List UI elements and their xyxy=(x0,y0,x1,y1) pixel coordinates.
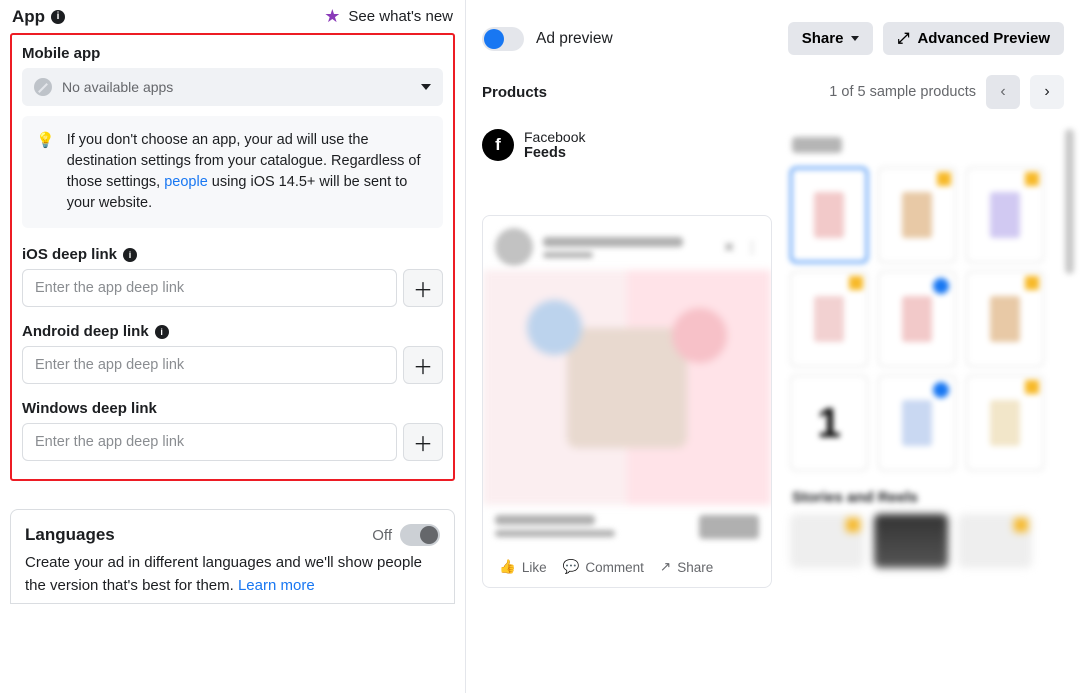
languages-state: Off xyxy=(372,527,392,544)
advanced-preview-button[interactable]: ⤢ Advanced Preview xyxy=(883,22,1064,55)
chevron-down-icon xyxy=(851,36,859,41)
avatar xyxy=(495,228,533,266)
status-dot-icon xyxy=(933,278,949,294)
info-icon[interactable]: i xyxy=(51,10,65,24)
placement-thumb[interactable] xyxy=(878,375,956,471)
expand-icon: ⤢ xyxy=(897,30,909,47)
share-button[interactable]: Share xyxy=(788,22,874,55)
info-icon[interactable]: i xyxy=(123,248,137,262)
android-deeplink-input[interactable] xyxy=(22,346,397,384)
info-icon[interactable]: i xyxy=(155,325,169,339)
post-image xyxy=(483,270,771,505)
like-button[interactable]: 👍Like xyxy=(499,559,547,575)
placement-thumb[interactable] xyxy=(878,167,956,263)
menu-icon: ⋮ xyxy=(745,239,759,256)
placement-name: Feeds xyxy=(524,145,585,161)
placement-thumb[interactable] xyxy=(878,271,956,367)
story-thumb[interactable] xyxy=(874,514,948,568)
learn-more-link[interactable]: Learn more xyxy=(238,577,315,594)
section-title: App xyxy=(12,7,45,27)
feed-post-preview: ✕ ⋮ 👍Like 💬Comment ↗Share xyxy=(482,215,772,588)
warning-icon xyxy=(937,172,951,186)
warning-icon xyxy=(1014,518,1028,532)
windows-deeplink-label: Windows deep link xyxy=(22,400,157,417)
whats-new-label: See what's new xyxy=(348,8,453,25)
warning-icon xyxy=(1025,380,1039,394)
tip-people-link[interactable]: people xyxy=(164,174,208,190)
share-icon: ↗ xyxy=(660,559,671,575)
select-placeholder: No available apps xyxy=(62,79,173,95)
disabled-icon xyxy=(34,78,52,96)
placement-thumb[interactable]: 1 xyxy=(790,375,868,471)
chevron-down-icon xyxy=(421,84,431,90)
android-deeplink-label: Android deep link xyxy=(22,323,149,340)
next-product-button[interactable]: › xyxy=(1030,75,1064,109)
windows-add-button[interactable]: ＋ xyxy=(403,423,443,461)
app-settings-card: Mobile app No available apps 💡 If you do… xyxy=(10,33,455,481)
warning-icon xyxy=(1025,276,1039,290)
ad-preview-label: Ad preview xyxy=(536,30,613,48)
share-label: Share xyxy=(802,30,844,47)
comment-button[interactable]: 💬Comment xyxy=(563,559,644,575)
placement-gallery: 1 Stories and Reels xyxy=(786,129,1076,693)
like-icon: 👍 xyxy=(499,559,516,575)
prev-product-button[interactable]: ‹ xyxy=(986,75,1020,109)
windows-deeplink-input[interactable] xyxy=(22,423,397,461)
star-icon: ★ xyxy=(324,6,340,27)
languages-card: Languages Off Create your ad in differen… xyxy=(10,509,455,604)
ios-add-button[interactable]: ＋ xyxy=(403,269,443,307)
ios-deeplink-label: iOS deep link xyxy=(22,246,117,263)
advanced-preview-label: Advanced Preview xyxy=(917,30,1050,47)
status-dot-icon xyxy=(933,382,949,398)
facebook-icon: f xyxy=(482,129,514,161)
warning-icon xyxy=(846,518,860,532)
placement-thumb[interactable] xyxy=(790,167,868,263)
ios-deeplink-input[interactable] xyxy=(22,269,397,307)
mobile-app-select[interactable]: No available apps xyxy=(22,68,443,106)
stories-reels-label: Stories and Reels xyxy=(792,489,1060,506)
platform-name: Facebook xyxy=(524,129,585,145)
android-add-button[interactable]: ＋ xyxy=(403,346,443,384)
placement-thumb[interactable] xyxy=(966,167,1044,263)
languages-desc: Create your ad in different languages an… xyxy=(25,554,422,594)
warning-icon xyxy=(849,276,863,290)
languages-toggle[interactable] xyxy=(400,524,440,546)
more-icon: ✕ xyxy=(723,239,735,256)
mobile-app-label: Mobile app xyxy=(22,45,443,62)
story-thumb[interactable] xyxy=(790,514,864,568)
placement-thumb[interactable] xyxy=(790,271,868,367)
info-tip: 💡 If you don't choose an app, your ad wi… xyxy=(22,116,443,228)
whats-new-link[interactable]: ★ See what's new xyxy=(324,6,453,27)
placement-thumb[interactable] xyxy=(966,271,1044,367)
languages-title: Languages xyxy=(25,525,115,545)
products-counter: 1 of 5 sample products xyxy=(829,84,976,100)
preview-bar: Ad preview Share ⤢ Advanced Preview xyxy=(466,0,1080,65)
app-header: App i ★ See what's new xyxy=(10,6,455,27)
warning-icon xyxy=(1025,172,1039,186)
ad-preview-toggle[interactable] xyxy=(482,27,524,51)
scrollbar[interactable] xyxy=(1065,129,1074,274)
lightbulb-icon: 💡 xyxy=(36,130,55,214)
placement-thumb[interactable] xyxy=(966,375,1044,471)
share-button[interactable]: ↗Share xyxy=(660,559,713,575)
products-bar: Products 1 of 5 sample products ‹ › xyxy=(466,65,1080,119)
story-thumb[interactable] xyxy=(958,514,1032,568)
comment-icon: 💬 xyxy=(563,559,580,575)
products-title: Products xyxy=(482,84,547,101)
